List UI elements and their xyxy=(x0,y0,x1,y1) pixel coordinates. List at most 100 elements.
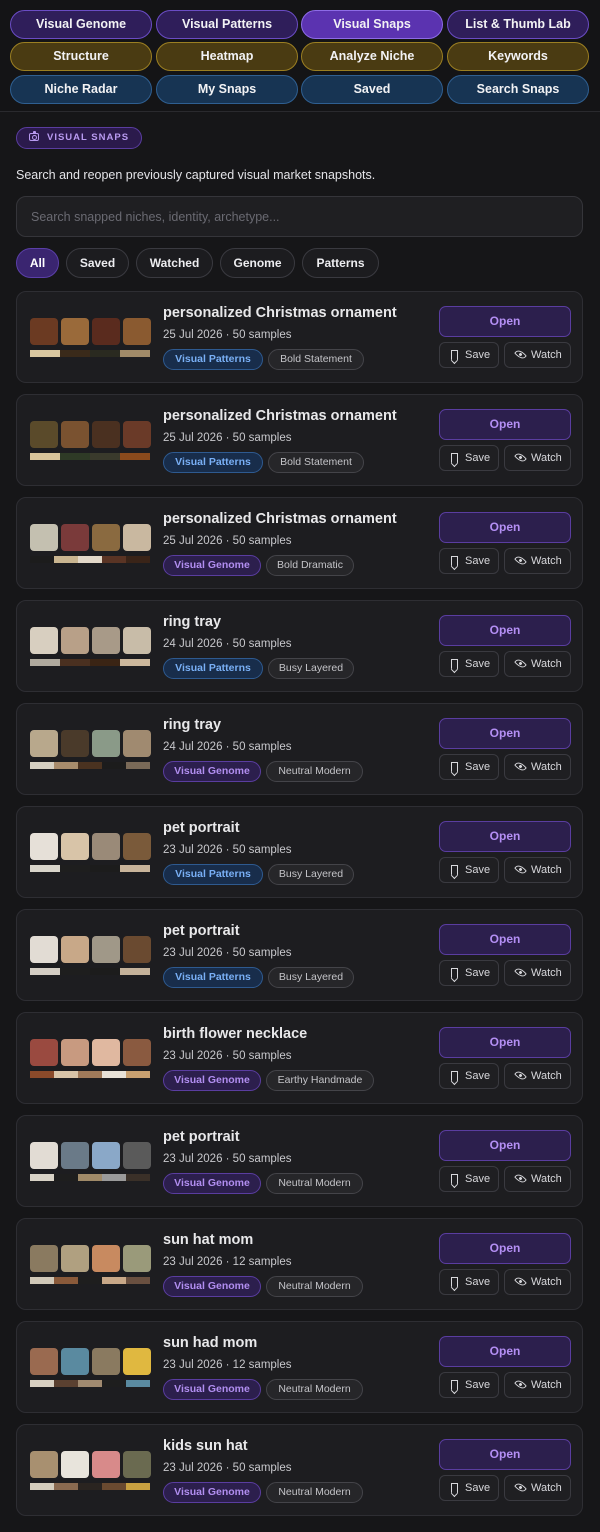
snap-card[interactable]: sun had mom 23 Jul 2026 · 12 samples Visua… xyxy=(16,1321,583,1413)
color-swatch xyxy=(90,659,120,666)
save-button[interactable]: Save xyxy=(439,548,499,574)
open-button[interactable]: Open xyxy=(439,306,571,337)
color-palette xyxy=(30,865,150,872)
tab-visual-snaps[interactable]: Visual Snaps xyxy=(301,10,443,39)
thumbnail-image xyxy=(61,833,89,860)
open-button[interactable]: Open xyxy=(439,1439,571,1470)
snap-card[interactable]: pet portrait 23 Jul 2026 · 50 samples Visu… xyxy=(16,1115,583,1207)
save-button[interactable]: Save xyxy=(439,1475,499,1501)
tab-visual-genome[interactable]: Visual Genome xyxy=(10,10,152,39)
tab-visual-patterns[interactable]: Visual Patterns xyxy=(156,10,298,39)
snap-card[interactable]: sun hat mom 23 Jul 2026 · 12 samples Visua… xyxy=(16,1218,583,1310)
snap-card[interactable]: pet portrait 23 Jul 2026 · 50 samples Visu… xyxy=(16,806,583,898)
filter-all[interactable]: All xyxy=(16,248,59,278)
snap-card[interactable]: ring tray 24 Jul 2026 · 50 samples Visual … xyxy=(16,600,583,692)
save-button[interactable]: Save xyxy=(439,1063,499,1089)
thumbnail-image xyxy=(92,730,120,757)
snap-title: sun had mom xyxy=(163,1335,258,1351)
snap-card[interactable]: personalized Christmas ornament 25 Jul 20… xyxy=(16,394,583,486)
watch-button[interactable]: Watch xyxy=(504,1372,571,1398)
snap-meta: 23 Jul 2026 · 50 samples xyxy=(163,1050,292,1062)
open-button[interactable]: Open xyxy=(439,821,571,852)
open-button[interactable]: Open xyxy=(439,615,571,646)
watch-button[interactable]: Watch xyxy=(504,342,571,368)
save-label: Save xyxy=(465,1482,491,1494)
save-label: Save xyxy=(465,555,491,567)
thumbnail-strip xyxy=(30,1245,151,1272)
save-button[interactable]: Save xyxy=(439,651,499,677)
tab-niche-radar[interactable]: Niche Radar xyxy=(10,75,152,104)
open-button[interactable]: Open xyxy=(439,924,571,955)
tab-keywords[interactable]: Keywords xyxy=(447,42,589,71)
tab-saved[interactable]: Saved xyxy=(301,75,443,104)
watch-button[interactable]: Watch xyxy=(504,1475,571,1501)
save-button[interactable]: Save xyxy=(439,342,499,368)
snap-card[interactable]: personalized Christmas ornament 25 Jul 20… xyxy=(16,497,583,589)
save-button[interactable]: Save xyxy=(439,754,499,780)
filter-watched[interactable]: Watched xyxy=(136,248,213,278)
eye-icon xyxy=(514,760,527,773)
color-swatch xyxy=(60,659,90,666)
filter-saved[interactable]: Saved xyxy=(66,248,129,278)
open-button[interactable]: Open xyxy=(439,409,571,440)
color-palette xyxy=(30,762,150,769)
watch-button[interactable]: Watch xyxy=(504,857,571,883)
tab-my-snaps[interactable]: My Snaps xyxy=(156,75,298,104)
tab-heatmap[interactable]: Heatmap xyxy=(156,42,298,71)
color-swatch xyxy=(102,556,126,563)
snap-card[interactable]: kids sun hat 23 Jul 2026 · 50 samples Visu… xyxy=(16,1424,583,1516)
snap-card[interactable]: pet portrait 23 Jul 2026 · 50 samples Visu… xyxy=(16,909,583,1001)
tab-structure[interactable]: Structure xyxy=(10,42,152,71)
filter-patterns[interactable]: Patterns xyxy=(302,248,379,278)
open-button[interactable]: Open xyxy=(439,1336,571,1367)
open-button[interactable]: Open xyxy=(439,718,571,749)
tab-search-snaps[interactable]: Search Snaps xyxy=(447,75,589,104)
style-tag: Neutral Modern xyxy=(266,1276,363,1297)
filter-genome[interactable]: Genome xyxy=(220,248,295,278)
save-button[interactable]: Save xyxy=(439,1269,499,1295)
watch-button[interactable]: Watch xyxy=(504,1166,571,1192)
color-palette xyxy=(30,350,150,357)
save-button[interactable]: Save xyxy=(439,445,499,471)
color-swatch xyxy=(54,556,78,563)
search-input[interactable] xyxy=(16,196,583,237)
snap-title: pet portrait xyxy=(163,1129,240,1145)
open-button[interactable]: Open xyxy=(439,1027,571,1058)
watch-button[interactable]: Watch xyxy=(504,1269,571,1295)
save-button[interactable]: Save xyxy=(439,1166,499,1192)
snap-meta: 25 Jul 2026 · 50 samples xyxy=(163,535,292,547)
watch-button[interactable]: Watch xyxy=(504,445,571,471)
snap-card[interactable]: birth flower necklace 23 Jul 2026 · 50 sa… xyxy=(16,1012,583,1104)
bookmark-icon xyxy=(451,1483,458,1493)
camera-icon xyxy=(29,130,39,141)
save-button[interactable]: Save xyxy=(439,857,499,883)
color-palette xyxy=(30,1483,150,1490)
color-swatch xyxy=(126,556,150,563)
thumbnail-image xyxy=(30,936,58,963)
style-tag: Neutral Modern xyxy=(266,1482,363,1503)
snap-card[interactable]: ring tray 24 Jul 2026 · 50 samples Visual … xyxy=(16,703,583,795)
color-swatch xyxy=(54,1483,78,1490)
watch-button[interactable]: Watch xyxy=(504,960,571,986)
watch-button[interactable]: Watch xyxy=(504,548,571,574)
style-tag: Busy Layered xyxy=(268,658,354,679)
tab-analyze-niche[interactable]: Analyze Niche xyxy=(301,42,443,71)
save-button[interactable]: Save xyxy=(439,1372,499,1398)
open-button[interactable]: Open xyxy=(439,512,571,543)
watch-button[interactable]: Watch xyxy=(504,1063,571,1089)
thumbnail-image xyxy=(61,421,89,448)
watch-button[interactable]: Watch xyxy=(504,754,571,780)
snap-card[interactable]: personalized Christmas ornament 25 Jul 20… xyxy=(16,291,583,383)
thumbnail-image xyxy=(92,833,120,860)
thumbnail-strip xyxy=(30,1142,151,1169)
open-button[interactable]: Open xyxy=(439,1130,571,1161)
watch-button[interactable]: Watch xyxy=(504,651,571,677)
source-tag: Visual Genome xyxy=(163,761,261,782)
tab-list-thumb-lab[interactable]: List & Thumb Lab xyxy=(447,10,589,39)
thumbnail-image xyxy=(30,1142,58,1169)
watch-label: Watch xyxy=(531,555,562,567)
open-button[interactable]: Open xyxy=(439,1233,571,1264)
save-button[interactable]: Save xyxy=(439,960,499,986)
source-tag: Visual Genome xyxy=(163,555,261,576)
thumbnail-image xyxy=(123,1245,151,1272)
